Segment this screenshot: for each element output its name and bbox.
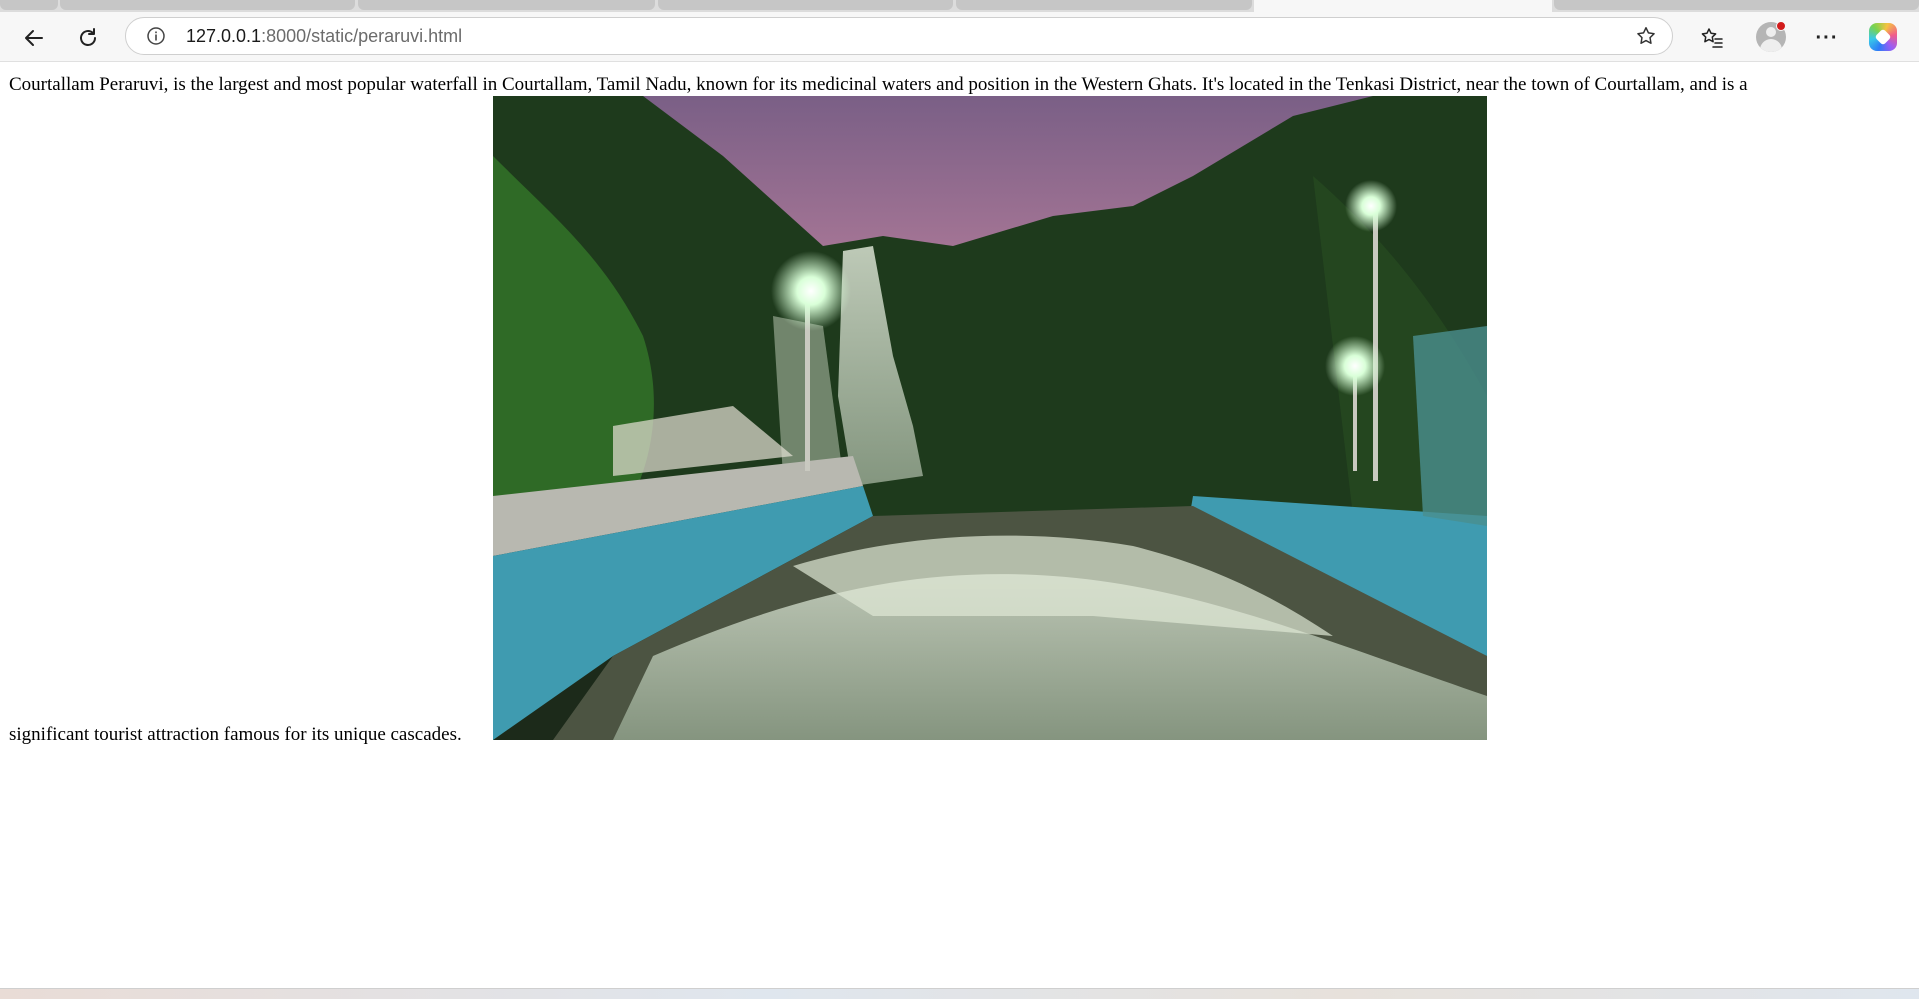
taskbar-edge: [0, 988, 1919, 999]
browser-toolbar: 127.0.0.1:8000/static/peraruvi.html ···: [0, 12, 1919, 62]
tab[interactable]: [0, 0, 58, 10]
tab[interactable]: [60, 0, 355, 10]
url-host: 127.0.0.1: [186, 26, 262, 46]
site-info-icon[interactable]: [146, 26, 166, 46]
tab[interactable]: [1554, 0, 1919, 10]
paragraph-line-2: significant tourist attraction famous fo…: [9, 724, 462, 745]
back-button[interactable]: [16, 20, 52, 56]
more-icon: ···: [1815, 26, 1839, 49]
reload-button[interactable]: [70, 20, 106, 56]
waterfall-image: [493, 96, 1487, 740]
reload-icon: [80, 28, 96, 46]
settings-menu-button[interactable]: ···: [1809, 20, 1845, 56]
avatar-shoulders: [1760, 39, 1782, 52]
tab-strip: [0, 0, 1919, 12]
copilot-icon[interactable]: [1869, 23, 1897, 51]
favorites-button[interactable]: [1694, 20, 1730, 56]
avatar-head: [1766, 27, 1776, 37]
tab-active[interactable]: [1254, 0, 1552, 12]
paragraph-line-1: Courtallam Peraruvi, is the largest and …: [9, 74, 1748, 95]
waterfall-photo: [493, 96, 1487, 740]
favorites-icon: [1701, 28, 1723, 48]
tab[interactable]: [658, 0, 953, 10]
tab[interactable]: [956, 0, 1252, 10]
notification-dot: [1776, 21, 1786, 31]
address-bar[interactable]: 127.0.0.1:8000/static/peraruvi.html: [125, 17, 1673, 55]
tab[interactable]: [358, 0, 655, 10]
back-arrow-icon: [25, 30, 43, 46]
star-icon[interactable]: [1634, 24, 1658, 48]
url-text[interactable]: 127.0.0.1:8000/static/peraruvi.html: [186, 18, 462, 54]
url-path: :8000/static/peraruvi.html: [261, 26, 463, 46]
